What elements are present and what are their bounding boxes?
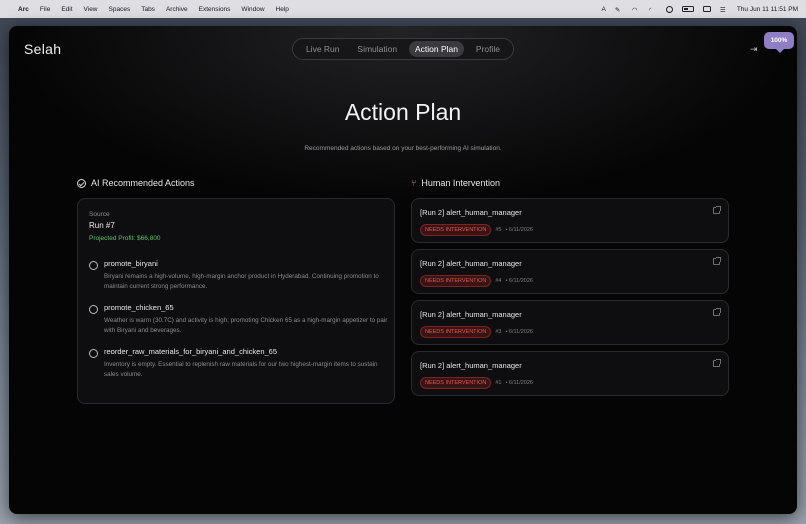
page-title: Action Plan xyxy=(344,99,462,125)
intervention-title: [Run 2] alert_human_manager xyxy=(420,259,522,268)
menu-spaces[interactable]: Spaces xyxy=(109,6,131,13)
intervention-card[interactable]: [Run 2] alert_human_manager NEEDS INTERV… xyxy=(411,249,729,294)
top-nav: Live Run Simulation Action Plan Profile xyxy=(292,38,514,60)
tab-live-run[interactable]: Live Run xyxy=(300,41,346,57)
tab-profile[interactable]: Profile xyxy=(470,41,506,57)
brand-logo[interactable]: Selah xyxy=(24,41,61,57)
wifi-icon[interactable]: ◜ xyxy=(649,6,657,14)
git-merge-icon: ⑂ xyxy=(411,177,417,188)
menu-file[interactable]: File xyxy=(40,6,50,13)
external-link-icon[interactable] xyxy=(713,359,721,367)
status-badge: NEEDS INTERVENTION xyxy=(420,224,492,236)
action-radio[interactable] xyxy=(89,261,98,270)
ai-actions-card: Source Run #7 Projected Profit: $66,800 … xyxy=(77,198,395,404)
action-title: reorder_raw_materials_for_biryani_and_ch… xyxy=(104,347,278,356)
source-label: Source xyxy=(89,211,110,218)
intervention-card[interactable]: [Run 2] alert_human_manager NEEDS INTERV… xyxy=(411,300,729,345)
pen-icon[interactable]: ✎ xyxy=(615,6,623,14)
action-description: Weather is warm (30.7C) and activity is … xyxy=(104,317,388,334)
intervention-date: • 6/11/2026 xyxy=(505,380,533,386)
intervention-meta: NEEDS INTERVENTION #1 • 6/11/2026 xyxy=(420,377,720,389)
zoom-badge[interactable]: 100% xyxy=(764,32,794,53)
action-list: promote_biryani Biryani remains a high-v… xyxy=(89,259,387,379)
action-description: Inventory is empty. Essential to repleni… xyxy=(104,361,378,378)
intervention-date: • 6/11/2026 xyxy=(505,278,533,284)
ai-actions-heading-label: AI Recommended Actions xyxy=(91,178,195,188)
menu-clock[interactable]: Thu Jun 11 11:51 PM xyxy=(737,6,798,13)
check-circle-icon xyxy=(77,178,86,188)
intervention-meta: NEEDS INTERVENTION #3 • 6/11/2026 xyxy=(420,326,720,338)
action-title: promote_biryani xyxy=(104,259,158,268)
source-run: Run #7 xyxy=(89,221,115,230)
intervention-date: • 6/11/2026 xyxy=(505,329,533,335)
intervention-card[interactable]: [Run 2] alert_human_manager NEEDS INTERV… xyxy=(411,198,729,243)
menu-bar: Arc File Edit View Spaces Tabs Archive E… xyxy=(0,0,806,18)
menu-view[interactable]: View xyxy=(84,6,98,13)
external-link-icon[interactable] xyxy=(713,257,721,265)
action-description: Biryani remains a high-volume, high-marg… xyxy=(104,273,379,290)
intervention-list: [Run 2] alert_human_manager NEEDS INTERV… xyxy=(411,198,729,402)
headphones-icon[interactable]: ◠ xyxy=(632,6,640,14)
human-intervention-heading: ⑂ Human Intervention xyxy=(411,178,500,188)
battery-icon[interactable] xyxy=(681,6,694,12)
menu-help[interactable]: Help xyxy=(276,6,289,13)
ai-actions-heading: AI Recommended Actions xyxy=(77,178,195,188)
page-subtitle: Recommended actions based on your best-p… xyxy=(304,145,502,152)
status-badge: NEEDS INTERVENTION xyxy=(420,275,492,287)
action-radio[interactable] xyxy=(89,305,98,314)
action-radio[interactable] xyxy=(89,349,98,358)
external-link-icon[interactable] xyxy=(713,206,721,214)
intervention-card[interactable]: [Run 2] alert_human_manager NEEDS INTERV… xyxy=(411,351,729,396)
menu-window[interactable]: Window xyxy=(241,6,264,13)
intervention-id: #3 xyxy=(495,329,502,335)
control-center-icon[interactable]: ☰ xyxy=(720,6,728,14)
intervention-title: [Run 2] alert_human_manager xyxy=(420,310,522,319)
menu-app-name[interactable]: Arc xyxy=(18,6,29,13)
status-badge: NEEDS INTERVENTION xyxy=(420,377,492,389)
input-source-indicator[interactable]: A xyxy=(601,6,605,13)
logout-icon[interactable]: ⇥ xyxy=(750,44,760,54)
action-item[interactable]: reorder_raw_materials_for_biryani_and_ch… xyxy=(89,347,383,379)
menu-tabs[interactable]: Tabs xyxy=(141,6,155,13)
human-intervention-heading-label: Human Intervention xyxy=(421,178,500,188)
display-icon[interactable] xyxy=(702,6,711,12)
app-window: Selah Live Run Simulation Action Plan Pr… xyxy=(9,26,797,514)
menu-archive[interactable]: Archive xyxy=(166,6,188,13)
intervention-title: [Run 2] alert_human_manager xyxy=(420,208,522,217)
menu-extensions[interactable]: Extensions xyxy=(199,6,231,13)
action-title: promote_chicken_65 xyxy=(104,303,174,312)
compass-icon[interactable] xyxy=(665,5,673,13)
external-link-icon[interactable] xyxy=(713,308,721,316)
status-badge: NEEDS INTERVENTION xyxy=(420,326,492,338)
intervention-id: #4 xyxy=(495,278,502,284)
intervention-meta: NEEDS INTERVENTION #4 • 6/11/2026 xyxy=(420,275,720,287)
action-item[interactable]: promote_biryani Biryani remains a high-v… xyxy=(89,259,383,291)
tab-action-plan[interactable]: Action Plan xyxy=(409,41,465,57)
intervention-id: #1 xyxy=(495,380,502,386)
intervention-date: • 6/11/2026 xyxy=(505,227,533,233)
tab-simulation[interactable]: Simulation xyxy=(351,41,403,57)
status-area: A ✎ ◠ ◜ ☰ Thu Jun 11 11:51 PM xyxy=(601,5,798,14)
intervention-meta: NEEDS INTERVENTION #5 • 6/11/2026 xyxy=(420,224,720,236)
action-item[interactable]: promote_chicken_65 Weather is warm (30.7… xyxy=(89,303,387,335)
menu-edit[interactable]: Edit xyxy=(61,6,72,13)
intervention-title: [Run 2] alert_human_manager xyxy=(420,361,522,370)
projected-profit: Projected Profit: $66,800 xyxy=(89,235,161,242)
intervention-id: #5 xyxy=(495,227,502,233)
